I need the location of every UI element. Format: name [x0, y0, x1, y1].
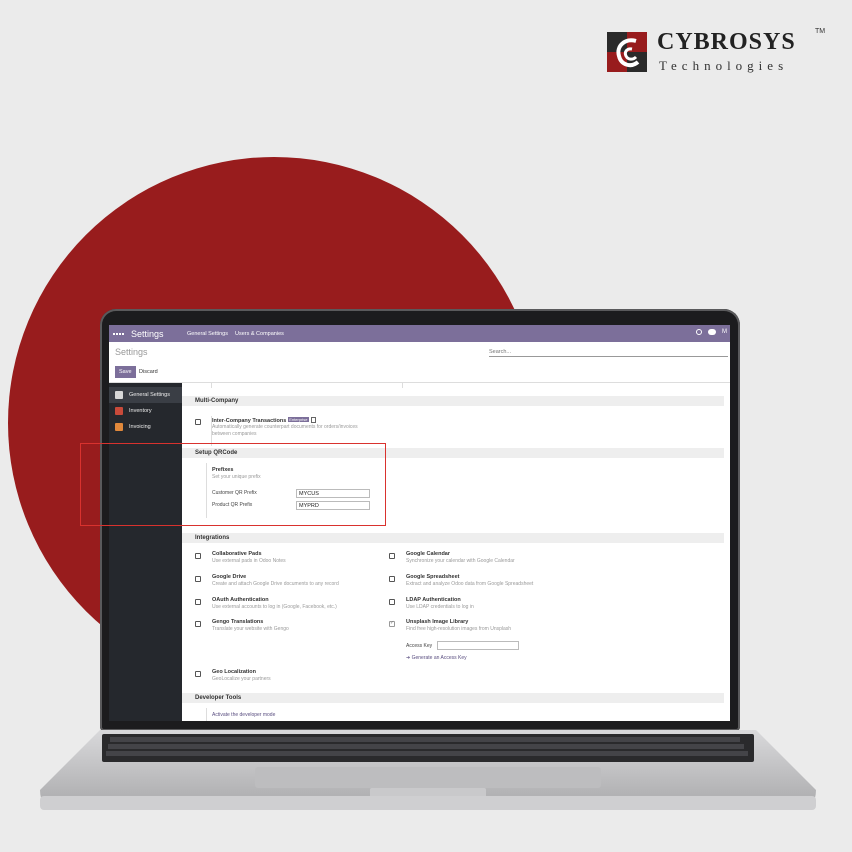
- setting-title: Inter-Company Transactions Enterprise: [212, 417, 316, 424]
- setting-description: between companies: [212, 431, 257, 437]
- section-multi-company: Multi-Company: [182, 396, 724, 406]
- setting-description: Translate your website with Gengo: [212, 626, 289, 632]
- setting-title: Google Calendar: [406, 551, 451, 557]
- setting-description: Use external pads in Odoo Notes: [212, 558, 286, 564]
- user-avatar[interactable]: M: [722, 329, 727, 335]
- qrcode-highlight-box: [80, 443, 386, 526]
- menu-general-settings[interactable]: General Settings: [187, 331, 228, 337]
- menu-users-companies[interactable]: Users & Companies: [235, 331, 284, 337]
- setting-description: Use LDAP credentials to log in: [406, 604, 474, 610]
- breadcrumb: Settings: [115, 347, 148, 357]
- gengo-checkbox[interactable]: [195, 621, 201, 627]
- access-key-input[interactable]: [437, 641, 519, 650]
- discard-button[interactable]: Discard: [136, 366, 161, 378]
- divider: [206, 708, 207, 721]
- sidebar-item-inventory[interactable]: Inventory: [109, 403, 182, 419]
- cybrosys-logo-mark-icon: [607, 32, 647, 72]
- collaborative-pads-checkbox[interactable]: [195, 553, 201, 559]
- setting-description: Create and attach Google Drive documents…: [212, 581, 339, 587]
- brand-trademark: TM: [815, 28, 826, 35]
- sidebar-item-label: Invoicing: [129, 424, 151, 430]
- link-label: Generate an Access Key: [411, 655, 467, 661]
- setting-title: LDAP Authentication: [406, 597, 461, 603]
- setting-title: Collaborative Pads: [212, 551, 262, 557]
- inter-company-checkbox[interactable]: [195, 419, 201, 425]
- settings-icon: [115, 391, 123, 399]
- setting-title: Unsplash Image Library: [406, 619, 469, 625]
- enterprise-badge: Enterprise: [288, 417, 309, 422]
- divider: [211, 383, 212, 388]
- sidebar-item-general-settings[interactable]: General Settings: [109, 387, 182, 403]
- app-title: Settings: [131, 328, 164, 339]
- divider: [402, 383, 403, 388]
- setting-title: Google Spreadsheet: [406, 574, 460, 580]
- geo-localization-checkbox[interactable]: [195, 671, 201, 677]
- search-input[interactable]: [489, 347, 728, 357]
- unsplash-checkbox[interactable]: [389, 620, 395, 627]
- chat-icon[interactable]: [708, 329, 716, 335]
- top-navbar: Settings General Settings Users & Compan…: [109, 325, 730, 342]
- setting-title: Google Drive: [212, 574, 247, 580]
- sidebar-item-invoicing[interactable]: Invoicing: [109, 419, 182, 435]
- google-drive-checkbox[interactable]: [195, 576, 201, 582]
- invoicing-icon: [115, 423, 123, 431]
- generate-access-key-link[interactable]: ➜ Generate an Access Key: [406, 655, 467, 661]
- brand-name: CYBROSYS: [657, 29, 796, 55]
- section-integrations: Integrations: [182, 533, 724, 543]
- activity-clock-icon[interactable]: [696, 329, 702, 335]
- setting-description: Find free high-resolution images from Un…: [406, 626, 512, 632]
- activate-developer-mode-link[interactable]: Activate the developer mode: [212, 712, 275, 718]
- documentation-icon[interactable]: [310, 417, 316, 423]
- google-spreadsheet-checkbox[interactable]: [389, 576, 395, 582]
- laptop-keyboard-base: [40, 730, 816, 810]
- setting-description: Automatically generate counterpart docum…: [212, 424, 358, 430]
- section-developer-tools: Developer Tools: [182, 693, 724, 703]
- setting-title: Geo Localization: [212, 669, 257, 675]
- access-key-label: Access Key: [406, 643, 433, 649]
- setting-description: Synchronize your calendar with Google Ca…: [406, 558, 515, 564]
- settings-content: Multi-Company Inter-Company Transactions…: [182, 383, 730, 721]
- apps-menu-icon[interactable]: [112, 332, 124, 335]
- settings-sidebar: General Settings Inventory Invoicing: [109, 383, 182, 721]
- sidebar-item-label: General Settings: [129, 392, 170, 398]
- setting-description: GeoLocalize your partners: [212, 676, 271, 682]
- inventory-icon: [115, 407, 123, 415]
- setting-description: Use external accounts to log in (Google,…: [212, 604, 337, 610]
- oauth-checkbox[interactable]: [195, 599, 201, 605]
- sidebar-item-label: Inventory: [129, 408, 152, 414]
- setting-description: Extract and analyze Odoo data from Googl…: [406, 581, 534, 587]
- setting-title: OAuth Authentication: [212, 597, 269, 603]
- control-panel: Settings Save Discard: [109, 342, 730, 383]
- cybrosys-logo: CYBROSYS TM Technologies: [607, 28, 826, 74]
- google-calendar-checkbox[interactable]: [389, 553, 395, 559]
- ldap-checkbox[interactable]: [389, 599, 395, 605]
- save-button[interactable]: Save: [115, 366, 136, 378]
- brand-subtitle: Technologies: [659, 58, 789, 73]
- setting-title: Gengo Translations: [212, 619, 264, 625]
